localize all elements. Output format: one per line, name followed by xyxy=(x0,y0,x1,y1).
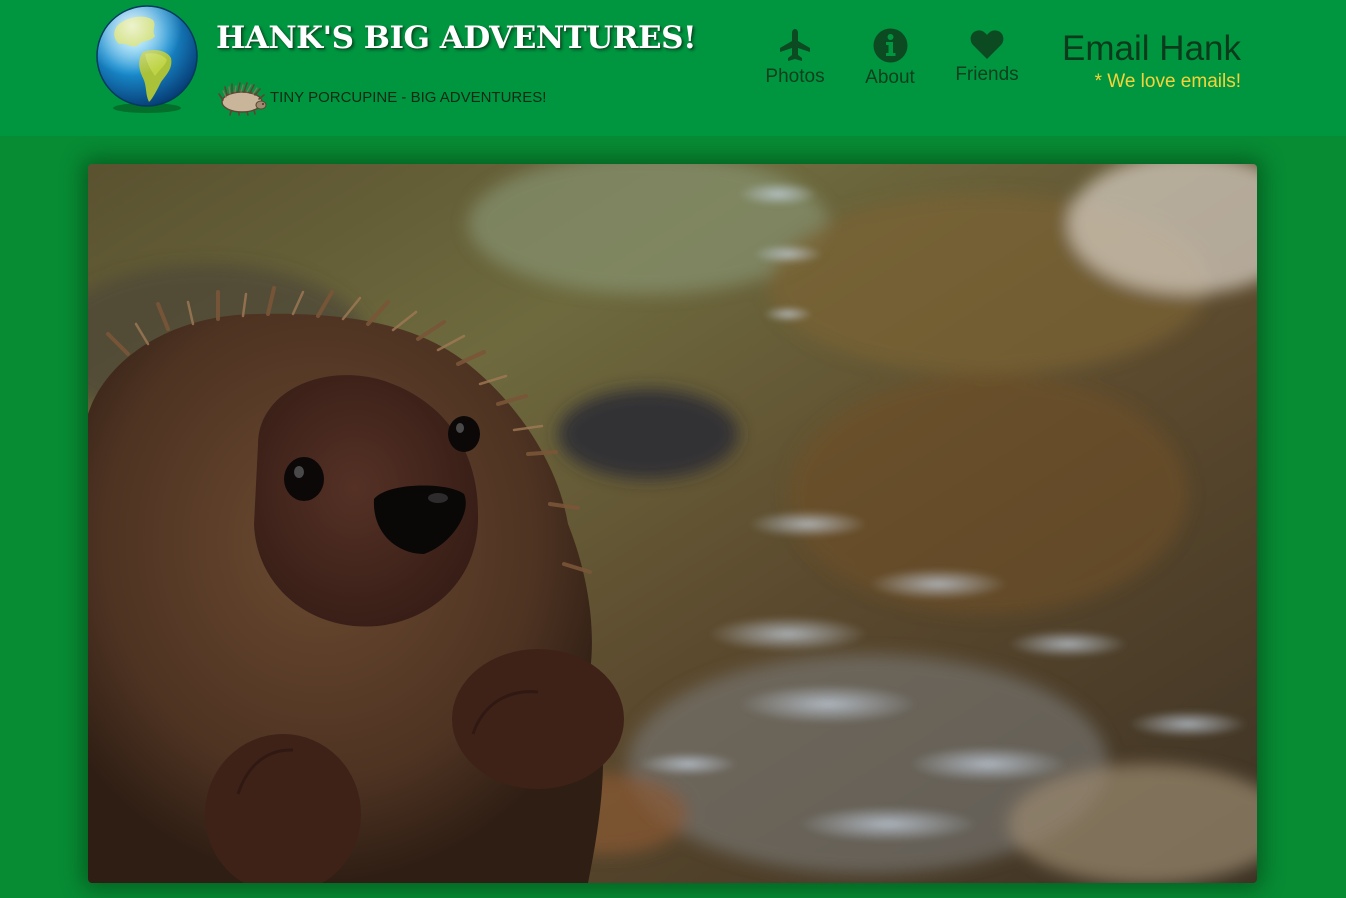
email-note: * We love emails! xyxy=(1094,71,1241,92)
nav-friends-label: Friends xyxy=(955,64,1019,85)
email-section: Email Hank * We love emails! xyxy=(1062,28,1241,94)
hero-photo xyxy=(88,164,1257,883)
porcupine-icon xyxy=(218,82,267,116)
nav-about[interactable]: About xyxy=(855,28,925,89)
email-hank-link[interactable]: Email Hank xyxy=(1062,28,1241,70)
site-tagline: TINY PORCUPINE - BIG ADVENTURES! xyxy=(270,89,547,106)
nav-photos[interactable]: Photos xyxy=(760,28,830,88)
nav-friends[interactable]: Friends xyxy=(950,28,1024,86)
site-header: HANK'S BIG ADVENTURES! TINY PORCUPINE - … xyxy=(0,0,1346,136)
airplane-icon xyxy=(780,29,810,61)
nav-photos-label: Photos xyxy=(765,66,825,87)
site-title[interactable]: HANK'S BIG ADVENTURES! xyxy=(216,20,697,56)
stuffed-porcupine-photo xyxy=(88,164,1257,883)
info-icon xyxy=(873,28,907,63)
heart-icon xyxy=(970,30,1004,59)
globe-icon[interactable] xyxy=(95,4,199,114)
nav-about-label: About xyxy=(865,67,915,88)
